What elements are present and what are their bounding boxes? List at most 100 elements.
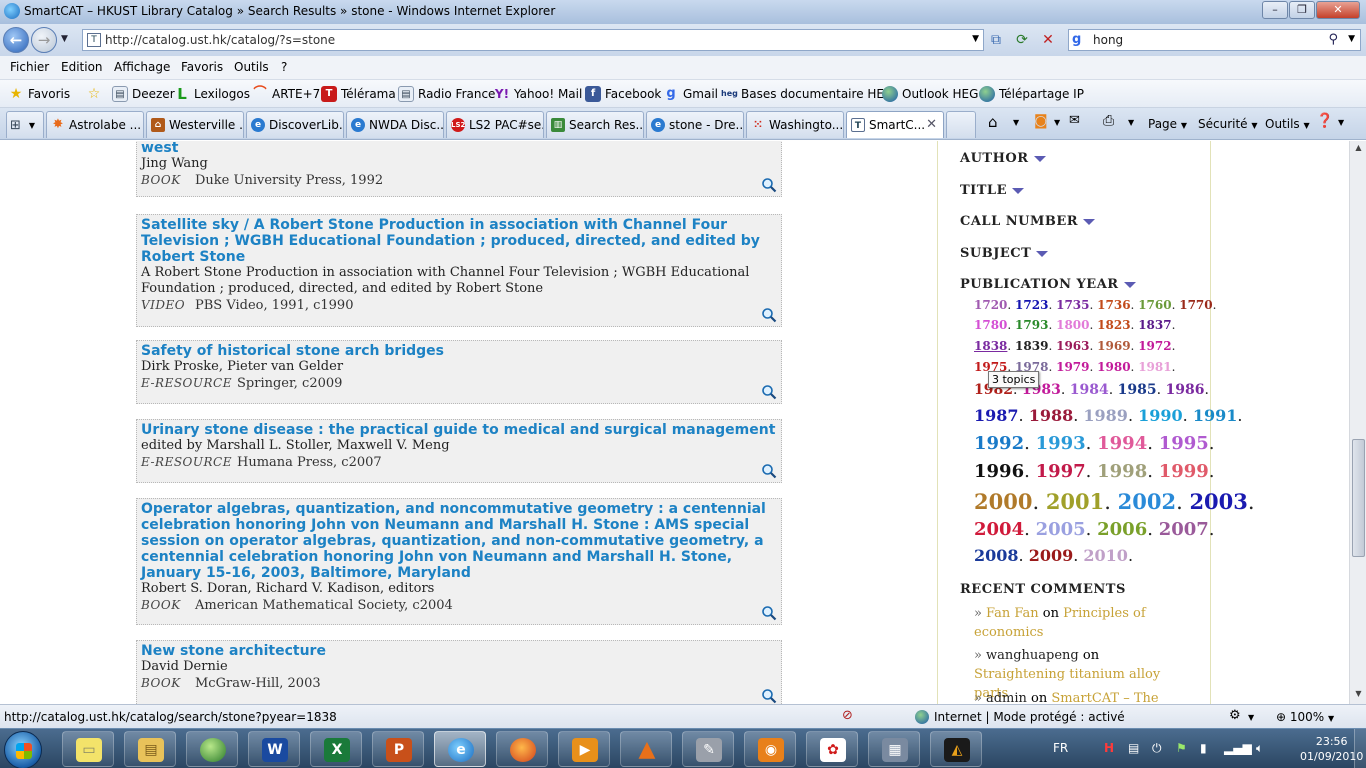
year-link[interactable]: 1823 — [1097, 318, 1130, 332]
tab-nwda[interactable]: e NWDA Disc... — [346, 111, 444, 138]
fav-outlook-heg[interactable]: Outlook HEG — [882, 86, 978, 102]
year-link[interactable]: 1990 — [1138, 406, 1183, 425]
taskbar-tools[interactable]: ✎ — [682, 731, 734, 767]
tray-volume-icon[interactable]: 🔈︎ — [1256, 741, 1263, 756]
facet-title[interactable]: TITLE — [960, 183, 1024, 198]
tab-list-dropdown-icon[interactable]: ▼ — [29, 121, 35, 130]
year-link[interactable]: 1988 — [1029, 406, 1074, 425]
year-link[interactable]: 2007 — [1159, 519, 1209, 540]
rss-icon[interactable]: ◙ — [1034, 113, 1048, 129]
taskbar-excel[interactable]: X — [310, 731, 362, 767]
menu-edit[interactable]: Edition — [61, 60, 103, 74]
facet-author[interactable]: AUTHOR — [960, 151, 1046, 166]
year-link[interactable]: 1992 — [974, 433, 1024, 454]
expand-triangle-icon[interactable] — [1123, 281, 1136, 288]
taskbar-word[interactable]: W — [248, 731, 300, 767]
vertical-scrollbar[interactable]: ▲ ▼ — [1349, 141, 1366, 704]
tray-network-icon[interactable]: ▤ — [1128, 741, 1139, 755]
forward-button[interactable]: → — [31, 27, 57, 53]
taskbar-calculator[interactable]: ▦ — [868, 731, 920, 767]
scroll-up-icon[interactable]: ▲ — [1352, 143, 1365, 156]
scroll-thumb[interactable] — [1352, 439, 1365, 557]
year-link[interactable]: 1793 — [1015, 318, 1048, 332]
facet-subject[interactable]: SUBJECT — [960, 246, 1049, 261]
fav-lexilogos[interactable]: L Lexilogos — [174, 86, 250, 102]
blocked-icon[interactable]: ⊘ — [842, 708, 853, 723]
fav-facebook[interactable]: f Facebook — [585, 86, 661, 102]
taskbar-media-player[interactable]: ▶ — [558, 731, 610, 767]
year-link[interactable]: 1986 — [1166, 382, 1205, 398]
rss-dropdown-icon[interactable]: ▼ — [1054, 118, 1060, 127]
year-link[interactable]: 1735 — [1056, 298, 1089, 312]
year-link[interactable]: 1723 — [1015, 298, 1048, 312]
protection-dropdown-icon[interactable]: ▼ — [1248, 713, 1254, 722]
taskbar-internet-explorer[interactable]: e — [434, 731, 486, 767]
year-link[interactable]: 1770 — [1179, 298, 1212, 312]
year-link[interactable]: 1999 — [1159, 461, 1209, 482]
facet-publication-year[interactable]: PUBLICATION YEAR — [960, 277, 1136, 292]
fav-telerama[interactable]: T Télérama — [321, 86, 396, 102]
expand-triangle-icon[interactable] — [1036, 250, 1049, 257]
year-link[interactable]: 1736 — [1097, 298, 1130, 312]
fav-gmail[interactable]: g Gmail — [663, 86, 718, 102]
fav-deezer[interactable]: ▤ Deezer — [112, 86, 175, 102]
help-dropdown-icon[interactable]: ▼ — [1338, 118, 1344, 127]
year-link[interactable]: 1972 — [1138, 339, 1171, 353]
magnify-icon[interactable] — [761, 384, 777, 400]
result-title[interactable]: Safety of historical stone arch bridges — [141, 343, 777, 359]
new-tab-button[interactable] — [946, 111, 976, 138]
result-title[interactable]: Urinary stone disease : the practical gu… — [141, 422, 777, 438]
minimize-button[interactable]: – — [1262, 1, 1288, 19]
year-link[interactable]: 1998 — [1097, 461, 1147, 482]
protection-icon[interactable]: ⚙ — [1229, 708, 1241, 723]
scroll-down-icon[interactable]: ▼ — [1352, 689, 1365, 702]
year-link[interactable]: 1760 — [1138, 298, 1171, 312]
expand-triangle-icon[interactable] — [1011, 187, 1024, 194]
tools-menu[interactable]: Outils ▼ — [1265, 117, 1310, 131]
taskbar-app[interactable]: ◭ — [930, 731, 982, 767]
menu-view[interactable]: Affichage — [114, 60, 170, 74]
add-favorite-button[interactable]: ☆ — [86, 86, 106, 102]
tray-battery-icon[interactable]: ▮ — [1200, 741, 1207, 755]
start-button[interactable] — [4, 731, 42, 768]
tray-flag-icon[interactable]: ⚑ — [1176, 741, 1187, 755]
search-input[interactable]: hong — [1093, 33, 1123, 47]
menu-favorites[interactable]: Favoris — [181, 60, 223, 74]
home-dropdown-icon[interactable]: ▼ — [1013, 118, 1019, 127]
year-link[interactable]: 1720 — [974, 298, 1007, 312]
year-link[interactable]: 1963 — [1056, 339, 1089, 353]
url-text[interactable]: http://catalog.ust.hk/catalog/?s=stone — [105, 33, 335, 47]
year-link[interactable]: 1969 — [1097, 339, 1130, 353]
quick-tabs-button[interactable]: ⊞ ▼ — [6, 111, 44, 138]
year-link[interactable]: 1997 — [1036, 461, 1086, 482]
year-link[interactable]: 1987 — [974, 406, 1019, 425]
year-link[interactable]: 1994 — [1097, 433, 1147, 454]
taskbar-globe[interactable] — [186, 731, 238, 767]
year-link[interactable]: 1993 — [1036, 433, 1086, 454]
stop-icon[interactable]: ✕ — [1040, 32, 1056, 48]
tray-signal-icon[interactable]: ▂▄▆ — [1224, 741, 1252, 755]
magnify-icon[interactable] — [761, 688, 777, 704]
history-dropdown-icon[interactable]: ▼ — [61, 34, 68, 44]
taskbar-explorer[interactable]: ▤ — [124, 731, 176, 767]
print-icon[interactable]: ⎙ — [1103, 113, 1114, 129]
year-link[interactable]: 1837 — [1138, 318, 1171, 332]
year-link[interactable]: 1800 — [1056, 318, 1089, 332]
home-icon[interactable]: ⌂ — [988, 113, 998, 131]
tab-westerville[interactable]: ⌂ Westerville ... — [146, 111, 244, 138]
year-link[interactable]: 1981 — [1138, 360, 1171, 374]
tab-stone[interactable]: e stone - Dre... — [646, 111, 744, 138]
year-link[interactable]: 1995 — [1159, 433, 1209, 454]
tray-app-icon[interactable]: H — [1104, 741, 1114, 755]
tray-power-icon[interactable]: ⏻ — [1152, 741, 1162, 756]
taskbar-paint[interactable]: ✿ — [806, 731, 858, 767]
year-link[interactable]: 2004 — [974, 519, 1024, 540]
year-link[interactable]: 2008 — [974, 546, 1019, 565]
taskbar-firefox[interactable] — [496, 731, 548, 767]
url-dropdown-icon[interactable]: ▼ — [972, 34, 979, 44]
year-link[interactable]: 2002 — [1118, 489, 1176, 514]
close-tab-icon[interactable]: ✕ — [926, 117, 937, 132]
favorites-button[interactable]: ★ Favoris — [8, 86, 70, 102]
fav-yahoo-mail[interactable]: Y! Yahoo! Mail — [494, 86, 582, 102]
back-button[interactable]: ← — [3, 27, 29, 53]
